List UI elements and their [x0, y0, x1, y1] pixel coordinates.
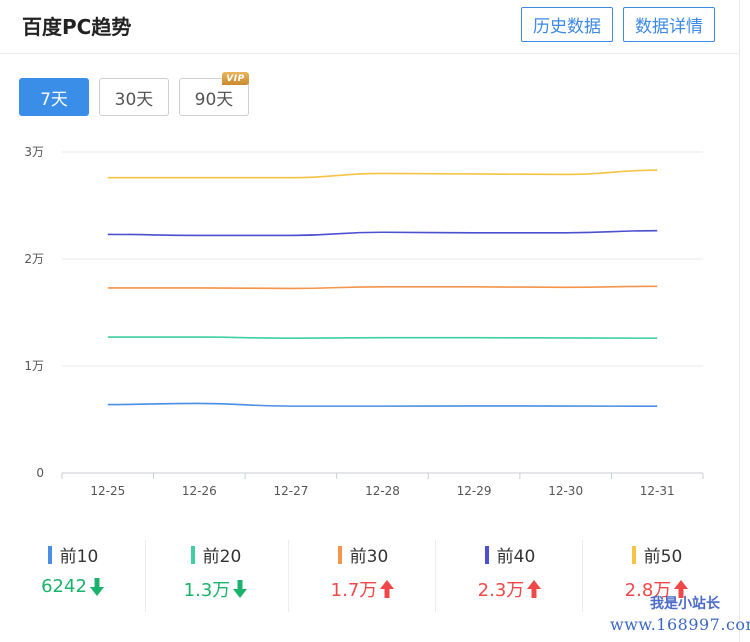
column-divider — [288, 540, 289, 612]
x-tick-label: 12-29 — [457, 484, 492, 498]
summary-value-wrap: 1.7万 — [290, 576, 436, 602]
series-line-前20 — [107, 336, 658, 339]
x-tick-label: 12-31 — [640, 484, 675, 498]
summary-label-wrap: 前30 — [290, 542, 436, 567]
summary-value-wrap: 2.3万 — [437, 576, 583, 602]
series-color-marker — [631, 545, 636, 564]
summary-label: 前30 — [349, 547, 389, 567]
history-data-button[interactable]: 历史数据 — [521, 7, 613, 42]
summary-value-wrap: 1.3万 — [143, 576, 289, 602]
card-title: 百度PC趋势 — [22, 15, 132, 39]
arrow-down-icon — [89, 577, 104, 596]
series-color-marker — [337, 545, 342, 564]
column-divider — [582, 540, 583, 612]
range-30-days-button[interactable]: 30天 — [99, 78, 169, 116]
summary-value: 1.7万 — [330, 580, 378, 601]
summary-label: 前50 — [643, 547, 683, 567]
summary-label: 前10 — [59, 547, 99, 567]
y-tick-label: 3万 — [24, 145, 44, 159]
series-color-marker — [47, 545, 52, 564]
summary-value: 2.3万 — [477, 580, 525, 601]
summary-label-wrap: 前10 — [0, 542, 146, 567]
x-tick-label: 12-27 — [273, 484, 308, 498]
summary-item: 前40 2.3万 — [437, 538, 583, 612]
summary-item: 前30 1.7万 — [290, 538, 436, 612]
range-7-days-button[interactable]: 7天 — [19, 78, 89, 116]
series-color-marker — [484, 545, 489, 564]
x-tick-label: 12-25 — [90, 484, 125, 498]
watermark-line1: 我是小站长 — [650, 596, 720, 612]
data-detail-button[interactable]: 数据详情 — [623, 7, 715, 42]
y-tick-label: 1万 — [24, 359, 44, 373]
card-header: 百度PC趋势 历史数据 数据详情 — [0, 0, 740, 54]
summary-label-wrap: 前20 — [143, 542, 289, 567]
summary-item: 前20 1.3万 — [143, 538, 289, 612]
x-tick-label: 12-28 — [365, 484, 400, 498]
summary-label: 前40 — [496, 547, 536, 567]
arrow-down-icon — [233, 580, 248, 598]
x-tick-label: 12-26 — [182, 484, 217, 498]
summary-label-wrap: 前40 — [437, 542, 583, 567]
summary-value-wrap: 6242 — [0, 576, 146, 597]
column-divider — [435, 540, 436, 612]
series-line-前30 — [107, 285, 658, 290]
vip-badge: VIP — [222, 72, 249, 85]
summary-value: 6242 — [41, 576, 87, 597]
summary-label-wrap: 前50 — [584, 542, 730, 567]
y-tick-label: 2万 — [24, 252, 44, 266]
y-tick-label: 0 — [36, 466, 44, 480]
series-line-前10 — [107, 402, 658, 408]
series-color-marker — [190, 545, 195, 564]
summary-item: 前10 6242 — [0, 538, 146, 612]
series-line-前50 — [107, 169, 658, 179]
arrow-up-icon — [380, 580, 395, 598]
site-watermark: 我是小站长 www.168997.com — [610, 594, 750, 638]
series-line-前40 — [107, 229, 658, 237]
x-tick-label: 12-30 — [548, 484, 583, 498]
watermark-line2: www.168997.com — [610, 615, 750, 634]
arrow-up-icon — [527, 580, 542, 598]
summary-value: 1.3万 — [183, 580, 231, 601]
trend-line-chart: 0 1万 2万 3万 12-25 12-26 12-27 12-28 12-29 12-30 12-… — [24, 145, 704, 498]
summary-label: 前20 — [202, 547, 242, 567]
trend-card: 百度PC趋势 历史数据 数据详情 7天 30天 90天 VIP 0 1万 2万 3万 1… — [0, 0, 740, 642]
